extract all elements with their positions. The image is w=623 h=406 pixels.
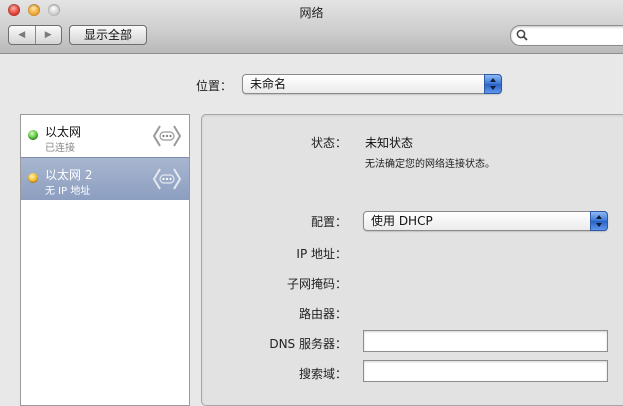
popup-arrows-icon — [484, 74, 502, 94]
popup-arrows-icon — [590, 211, 608, 231]
ip-address-label: IP 地址： — [296, 247, 347, 261]
forward-arrow-icon[interactable]: ▶ — [34, 26, 62, 44]
config-popup[interactable]: 使用 DHCP — [363, 211, 608, 231]
location-value: 未命名 — [250, 77, 287, 91]
status-green-icon — [28, 130, 38, 140]
ethernet-icon — [152, 168, 182, 190]
back-arrow-icon[interactable]: ◀ — [9, 26, 35, 44]
window-title: 网络 — [299, 6, 324, 20]
config-label: 配置： — [310, 215, 347, 229]
search-field[interactable] — [510, 25, 623, 46]
status-note: 无法确定您的网络连接状态。 — [365, 159, 495, 170]
subnet-mask-label: 子网掩码： — [286, 277, 347, 291]
search-icon — [516, 29, 528, 41]
dns-server-field[interactable] — [363, 330, 608, 352]
location-label: 位置： — [196, 79, 233, 93]
service-item-ethernet[interactable]: 以太网 已连接 — [21, 115, 189, 157]
status-value: 未知状态 — [365, 136, 414, 150]
config-value: 使用 DHCP — [371, 214, 433, 228]
service-name: 以太网 — [45, 125, 82, 139]
ethernet-icon — [152, 125, 182, 147]
service-item-ethernet-2[interactable]: 以太网 2 无 IP 地址 — [21, 157, 189, 200]
location-popup[interactable]: 未命名 — [242, 74, 502, 94]
search-domain-field[interactable] — [363, 360, 608, 382]
service-name: 以太网 2 — [45, 168, 93, 182]
window-toolbar: 网络 ◀ ▶ 显示全部 — [0, 0, 623, 54]
service-status: 无 IP 地址 — [45, 186, 91, 197]
show-all-button[interactable]: 显示全部 — [69, 25, 147, 45]
service-list: 以太网 已连接 以太网 2 无 IP 地址 — [20, 114, 190, 406]
back-forward-control: ◀ ▶ — [8, 25, 62, 45]
dns-server-label: DNS 服务器： — [269, 337, 347, 351]
router-label: 路由器： — [298, 307, 347, 321]
service-status: 已连接 — [45, 143, 75, 154]
status-label: 状态： — [310, 136, 347, 150]
search-domain-label: 搜索域： — [298, 367, 347, 381]
status-yellow-icon — [28, 173, 38, 183]
